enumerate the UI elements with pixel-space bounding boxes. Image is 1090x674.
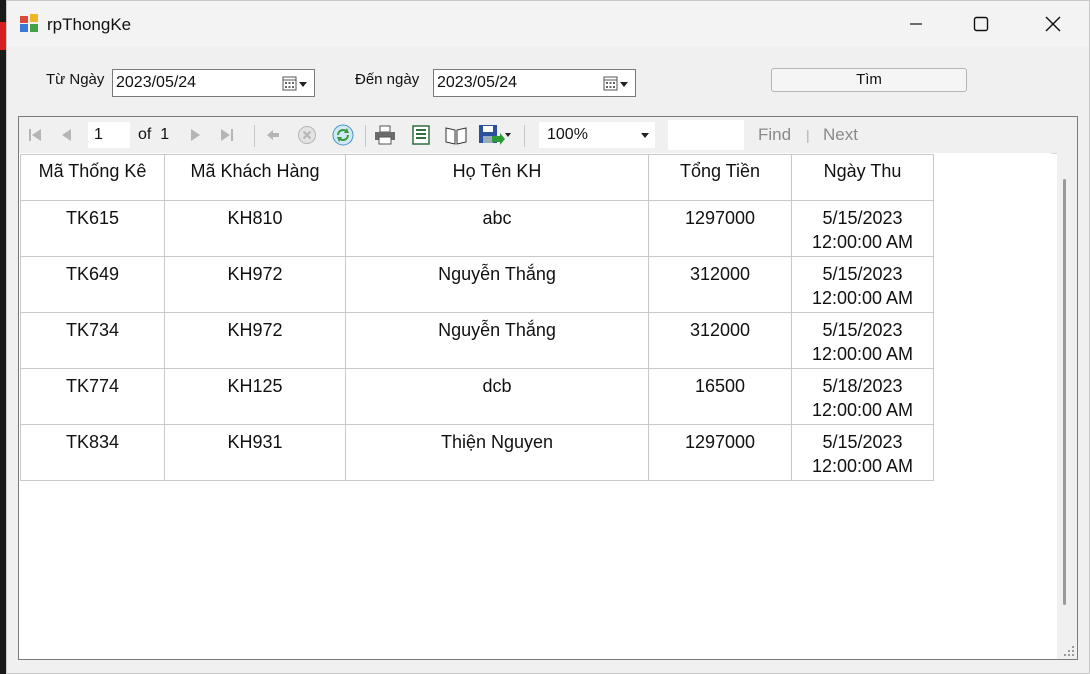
vertical-scrollbar[interactable] <box>1057 153 1077 659</box>
stop-icon[interactable] <box>296 125 318 145</box>
cell-tong-tien: 1297000 <box>648 200 792 257</box>
page-of-label: of 1 <box>138 126 170 143</box>
cell-ma-thong-ke: TK734 <box>20 312 165 369</box>
refresh-icon[interactable] <box>331 124 355 146</box>
minimize-button[interactable] <box>893 1 939 47</box>
report-window: rpThongKe Từ Ngày 2023/05/24 Đến ngày 20… <box>6 0 1090 674</box>
cell-ma-khach-hang: KH810 <box>164 200 346 257</box>
calendar-dropdown-icon[interactable] <box>603 75 629 93</box>
cell-ma-khach-hang: KH972 <box>164 312 346 369</box>
table-row: TK649 KH972 Nguyễn Thắng 312000 5/15/202… <box>20 256 934 313</box>
table-row: TK774 KH125 dcb 16500 5/18/2023 12:00:00 … <box>20 368 934 425</box>
cell-ngay-thu: 5/15/2023 12:00:00 AM <box>791 312 934 369</box>
maximize-button[interactable] <box>958 1 1004 47</box>
previous-page-icon[interactable] <box>57 125 77 145</box>
calendar-dropdown-icon[interactable] <box>282 75 308 93</box>
toolbar-separator <box>254 125 255 147</box>
back-icon[interactable] <box>263 125 283 145</box>
maximize-icon <box>973 16 989 32</box>
cell-ma-khach-hang: KH972 <box>164 256 346 313</box>
print-icon[interactable] <box>373 125 397 145</box>
column-header: Ngày Thu <box>791 154 934 201</box>
cell-ho-ten: Thiện Nguyen <box>345 424 649 481</box>
chevron-down-icon <box>641 133 649 138</box>
report-viewer: 1 of 1 100% Find | Next Mã Thống Kê Mã K… <box>18 116 1078 660</box>
close-icon <box>1045 16 1061 32</box>
scrollbar-thumb[interactable] <box>1063 179 1066 605</box>
cell-ho-ten: Nguyễn Thắng <box>345 312 649 369</box>
zoom-select[interactable]: 100% <box>539 122 655 148</box>
column-header: Mã Thống Kê <box>20 154 165 201</box>
from-date-picker[interactable]: 2023/05/24 <box>112 69 315 97</box>
column-header: Họ Tên KH <box>345 154 649 201</box>
minimize-icon <box>910 23 922 25</box>
report-page: Mã Thống Kê Mã Khách Hàng Họ Tên KH Tổng… <box>19 153 1051 659</box>
cell-ngay-thu: 5/15/2023 12:00:00 AM <box>791 256 934 313</box>
table-row: TK834 KH931 Thiện Nguyen 1297000 5/15/20… <box>20 424 934 481</box>
cell-ho-ten: Nguyễn Thắng <box>345 256 649 313</box>
cell-ho-ten: abc <box>345 200 649 257</box>
cell-ma-thong-ke: TK649 <box>20 256 165 313</box>
find-text-input[interactable] <box>668 120 744 150</box>
cell-ma-khach-hang: KH125 <box>164 368 346 425</box>
last-page-icon[interactable] <box>217 125 237 145</box>
cell-ma-thong-ke: TK834 <box>20 424 165 481</box>
search-button[interactable]: Tìm <box>771 68 967 92</box>
toolbar-separator <box>365 125 366 147</box>
cell-ngay-thu: 5/15/2023 12:00:00 AM <box>791 424 934 481</box>
find-link[interactable]: Find <box>758 125 791 145</box>
export-icon[interactable] <box>477 125 513 145</box>
table-row: TK615 KH810 abc 1297000 5/15/2023 12:00:0… <box>20 200 934 257</box>
title-bar[interactable]: rpThongKe <box>7 1 1089 47</box>
report-toolbar: 1 of 1 100% Find | Next <box>19 117 1077 154</box>
print-layout-icon[interactable] <box>409 125 433 145</box>
first-page-icon[interactable] <box>25 125 45 145</box>
to-date-picker[interactable]: 2023/05/24 <box>433 69 636 97</box>
table-row: TK734 KH972 Nguyễn Thắng 312000 5/15/202… <box>20 312 934 369</box>
table-header-row: Mã Thống Kê Mã Khách Hàng Họ Tên KH Tổng… <box>20 154 934 201</box>
close-button[interactable] <box>1030 1 1076 47</box>
cell-ma-khach-hang: KH931 <box>164 424 346 481</box>
from-date-value: 2023/05/24 <box>116 74 197 91</box>
cell-ma-thong-ke: TK615 <box>20 200 165 257</box>
report-table: Mã Thống Kê Mã Khách Hàng Họ Tên KH Tổng… <box>20 154 934 481</box>
cell-tong-tien: 1297000 <box>648 424 792 481</box>
find-separator: | <box>806 127 810 143</box>
cell-ngay-thu: 5/15/2023 12:00:00 AM <box>791 200 934 257</box>
page-total: 1 <box>160 126 170 143</box>
cell-tong-tien: 16500 <box>648 368 792 425</box>
cell-tong-tien: 312000 <box>648 256 792 313</box>
cell-ho-ten: dcb <box>345 368 649 425</box>
to-date-value: 2023/05/24 <box>437 74 518 91</box>
to-date-label: Đến ngày <box>355 71 420 88</box>
window-title: rpThongKe <box>47 15 132 34</box>
column-header: Tổng Tiền <box>648 154 792 201</box>
find-next-link[interactable]: Next <box>823 125 858 145</box>
app-icon <box>20 14 38 32</box>
column-header: Mã Khách Hàng <box>164 154 346 201</box>
next-page-icon[interactable] <box>185 125 205 145</box>
toolbar-separator <box>524 125 525 147</box>
page-number-input[interactable]: 1 <box>88 122 130 148</box>
page-setup-icon[interactable] <box>443 125 469 145</box>
cell-ngay-thu: 5/18/2023 12:00:00 AM <box>791 368 934 425</box>
resize-grip-icon[interactable] <box>1063 645 1075 657</box>
cell-ma-thong-ke: TK774 <box>20 368 165 425</box>
zoom-value: 100% <box>547 126 588 143</box>
from-date-label: Từ Ngày <box>46 71 105 88</box>
cell-tong-tien: 312000 <box>648 312 792 369</box>
